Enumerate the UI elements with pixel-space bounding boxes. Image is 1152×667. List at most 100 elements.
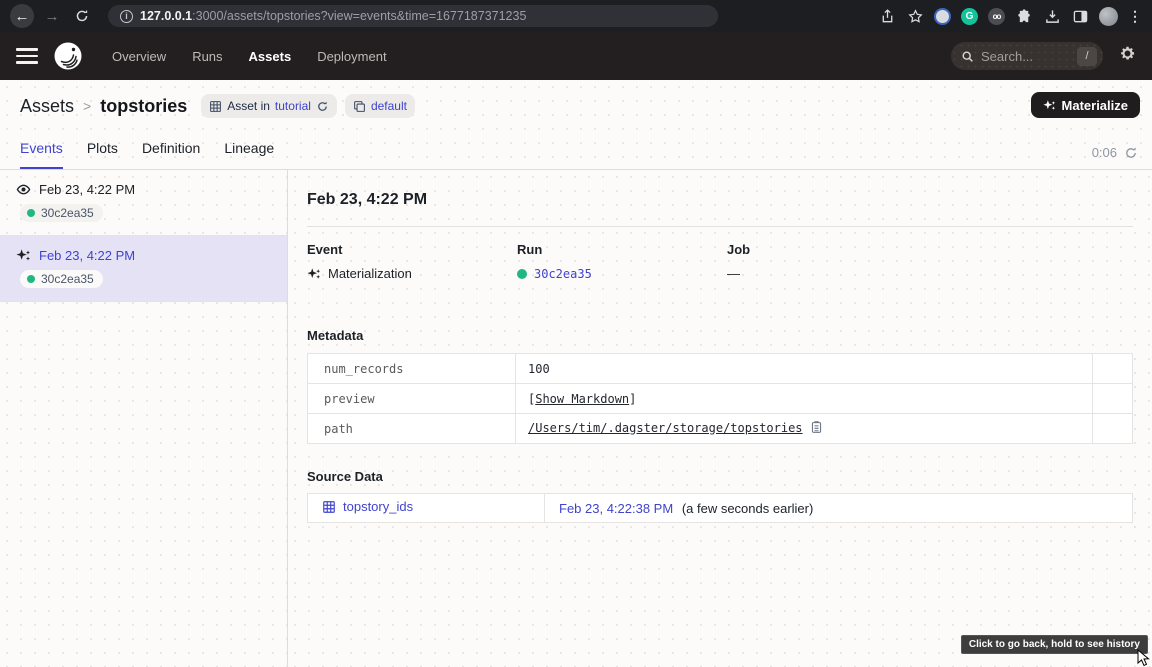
- asset-name: topstories: [100, 96, 187, 117]
- event-timestamp: Feb 23, 4:22 PM: [39, 248, 135, 263]
- grammarly-extension-icon[interactable]: G: [961, 8, 978, 25]
- settings-gear-icon[interactable]: [1119, 45, 1136, 67]
- primary-nav: Overview Runs Assets Deployment: [112, 49, 387, 64]
- tab-definition[interactable]: Definition: [142, 140, 200, 169]
- run-value: 30c2ea35: [517, 266, 727, 281]
- event-type-label: Materialization: [328, 266, 412, 281]
- event-detail-title: Feb 23, 4:22 PM: [307, 191, 1133, 209]
- default-repo-link[interactable]: default: [371, 99, 407, 113]
- metadata-section-title: Metadata: [307, 328, 1133, 343]
- run-status-dot: [27, 209, 35, 217]
- source-time-note: (a few seconds earlier): [682, 501, 814, 516]
- nav-item-assets[interactable]: Assets: [249, 49, 292, 64]
- tutorial-link[interactable]: tutorial: [275, 99, 311, 113]
- asset-definition-badge[interactable]: Asset in tutorial: [201, 94, 337, 118]
- downloads-icon[interactable]: [1043, 7, 1061, 25]
- metadata-value: [Show Markdown]: [516, 384, 1093, 414]
- breadcrumb: Assets > topstories Asset in tutorial de…: [0, 80, 1152, 118]
- badge-reload-icon[interactable]: [316, 100, 329, 113]
- run-id-label: 30c2ea35: [41, 206, 94, 220]
- source-timestamp-link[interactable]: Feb 23, 4:22:38 PM: [559, 501, 673, 516]
- refresh-countdown: 0:06: [1092, 145, 1117, 160]
- metadata-empty-cell: [1093, 354, 1133, 384]
- table-row: topstory_ids Feb 23, 4:22:38 PM (a few s…: [308, 494, 1133, 523]
- mouse-cursor: [1137, 649, 1151, 667]
- metadata-empty-cell: [1093, 384, 1133, 414]
- site-info-icon[interactable]: i: [120, 10, 133, 23]
- metadata-key: num_records: [308, 354, 516, 384]
- refresh-timer[interactable]: 0:06: [1092, 145, 1138, 160]
- materialize-label: Materialize: [1062, 98, 1128, 113]
- event-detail-panel: Feb 23, 4:22 PM Event Run Job Materializ…: [288, 170, 1152, 667]
- page-url[interactable]: 127.0.0.1:3000/assets/topstories?view=ev…: [140, 9, 526, 23]
- run-status-dot: [27, 275, 35, 283]
- metadata-value: 100: [516, 354, 1093, 384]
- event-column-label: Event: [307, 242, 517, 257]
- app-navbar: Overview Runs Assets Deployment /: [0, 32, 1152, 80]
- table-grid-icon: [322, 500, 336, 514]
- bookmark-star-icon[interactable]: [906, 7, 924, 25]
- breadcrumb-separator: >: [83, 98, 91, 114]
- search-box[interactable]: /: [951, 42, 1103, 70]
- materialization-sparkle-icon: [307, 267, 321, 281]
- breadcrumb-assets-link[interactable]: Assets: [20, 96, 74, 117]
- nav-item-runs[interactable]: Runs: [192, 49, 222, 64]
- search-input[interactable]: [981, 49, 1061, 64]
- nav-item-overview[interactable]: Overview: [112, 49, 166, 64]
- job-column-label: Job: [727, 242, 1133, 257]
- browser-toolbar: ← → i 127.0.0.1:3000/assets/topstories?v…: [0, 0, 1152, 32]
- metadata-value: /Users/tim/.dagster/storage/topstories: [516, 414, 1093, 444]
- asset-tabs: Events Plots Definition Lineage: [20, 140, 274, 169]
- path-link[interactable]: /Users/tim/.dagster/storage/topstories: [528, 421, 803, 435]
- hamburger-menu-icon[interactable]: [16, 48, 38, 64]
- metadata-key: path: [308, 414, 516, 444]
- asset-page-header: Assets > topstories Asset in tutorial de…: [0, 80, 1152, 170]
- copies-icon: [353, 100, 366, 113]
- table-row: path /Users/tim/.dagster/storage/topstor…: [308, 414, 1133, 444]
- profile-avatar[interactable]: [1099, 7, 1118, 26]
- repo-badge[interactable]: default: [345, 94, 415, 118]
- source-asset-link[interactable]: topstory_ids: [322, 499, 413, 514]
- event-list-item-observation[interactable]: Feb 23, 4:22 PM 30c2ea35: [0, 170, 287, 236]
- run-id-pill[interactable]: 30c2ea35: [20, 204, 103, 222]
- tab-lineage[interactable]: Lineage: [224, 140, 274, 169]
- dagster-logo[interactable]: [52, 40, 84, 72]
- run-id-pill[interactable]: 30c2ea35: [20, 270, 103, 288]
- show-markdown-link[interactable]: Show Markdown: [535, 392, 629, 406]
- search-shortcut-badge: /: [1077, 47, 1097, 66]
- tab-plots[interactable]: Plots: [87, 140, 118, 169]
- back-button-tooltip: Click to go back, hold to see history: [961, 635, 1148, 654]
- extensions-puzzle-icon[interactable]: [1015, 7, 1033, 25]
- run-id-link[interactable]: 30c2ea35: [534, 267, 592, 281]
- side-panel-icon[interactable]: [1071, 7, 1089, 25]
- divider: [307, 226, 1133, 227]
- browser-forward-button[interactable]: →: [40, 4, 64, 28]
- extension-icon-1[interactable]: [934, 8, 951, 25]
- nav-item-deployment[interactable]: Deployment: [317, 49, 386, 64]
- address-bar[interactable]: i 127.0.0.1:3000/assets/topstories?view=…: [108, 5, 718, 27]
- search-icon: [961, 50, 974, 63]
- extension-icon-2[interactable]: oo: [988, 8, 1005, 25]
- run-id-label: 30c2ea35: [41, 272, 94, 286]
- copy-path-icon[interactable]: [810, 421, 823, 437]
- share-icon[interactable]: [878, 7, 896, 25]
- badge-asset-prefix: Asset in: [227, 99, 270, 113]
- materialize-button[interactable]: Materialize: [1031, 92, 1140, 118]
- source-time-cell: Feb 23, 4:22:38 PM (a few seconds earlie…: [545, 494, 1133, 523]
- materialization-sparkle-icon: [16, 248, 31, 263]
- materialize-sparkle-icon: [1043, 99, 1056, 112]
- refresh-icon[interactable]: [1124, 146, 1138, 160]
- run-status-dot: [517, 269, 527, 279]
- run-column-label: Run: [517, 242, 727, 257]
- event-list-item-materialization[interactable]: Feb 23, 4:22 PM 30c2ea35: [0, 236, 287, 302]
- browser-back-button[interactable]: ←: [10, 4, 34, 28]
- tab-events[interactable]: Events: [20, 140, 63, 169]
- reload-icon: [75, 9, 89, 23]
- event-type-value: Materialization: [307, 266, 517, 281]
- browser-menu-icon[interactable]: ⋮: [1128, 8, 1142, 25]
- event-list-sidebar: Feb 23, 4:22 PM 30c2ea35 Feb 23, 4:22 PM…: [0, 170, 288, 667]
- event-timestamp: Feb 23, 4:22 PM: [39, 182, 135, 197]
- metadata-empty-cell: [1093, 414, 1133, 444]
- observation-eye-icon: [16, 182, 31, 197]
- browser-reload-button[interactable]: [70, 4, 94, 28]
